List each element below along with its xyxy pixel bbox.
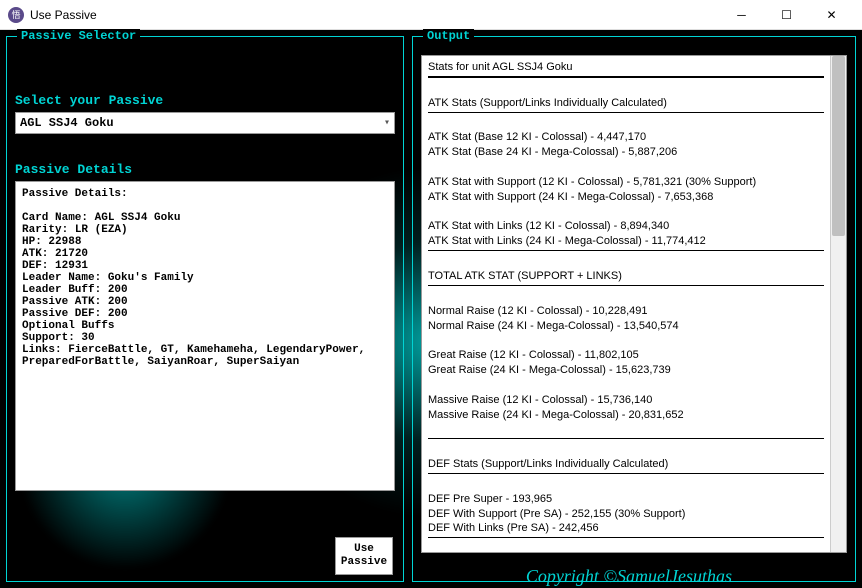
divider xyxy=(428,438,824,439)
passive-def-label: Passive DEF: xyxy=(22,308,101,320)
output-scrollbar[interactable] xyxy=(830,56,846,552)
def-value: 12931 xyxy=(55,260,88,272)
passive-def: 200 xyxy=(108,308,128,320)
details-label: Passive Details xyxy=(15,162,395,177)
passive-atk: 200 xyxy=(108,296,128,308)
window-controls: ─ ☐ ✕ xyxy=(719,1,854,29)
links-value: FierceBattle, GT, Kamehameha, LegendaryP… xyxy=(22,344,372,368)
def-with-support: DEF With Support (Pre SA) - 252,155 (30%… xyxy=(428,508,685,520)
atk-stats-header: ATK Stats (Support/Links Individually Ca… xyxy=(428,97,667,109)
def-pre-super: DEF Pre Super - 193,965 xyxy=(428,493,552,505)
great-raise-12: Great Raise (12 KI - Colossal) - 11,802,… xyxy=(428,349,639,361)
app-body: Passive Selector Select your Passive AGL… xyxy=(0,30,862,588)
atk-value: 21720 xyxy=(55,248,88,260)
minimize-button[interactable]: ─ xyxy=(719,1,764,29)
rarity: LR (EZA) xyxy=(75,224,128,236)
great-raise-24: Great Raise (24 KI - Mega-Colossal) - 15… xyxy=(428,364,671,376)
dropdown-value: AGL SSJ4 Goku xyxy=(20,116,114,130)
optional-buffs-label: Optional Buffs xyxy=(22,320,114,332)
rarity-label: Rarity: xyxy=(22,224,68,236)
atk-label: ATK: xyxy=(22,248,48,260)
output-content[interactable]: Stats for unit AGL SSJ4 Goku ATK Stats (… xyxy=(422,56,830,552)
maximize-button[interactable]: ☐ xyxy=(764,1,809,29)
divider xyxy=(428,76,824,78)
passive-details-box[interactable]: Passive Details: Card Name: AGL SSJ4 Gok… xyxy=(15,181,395,491)
def-with-links: DEF With Links (Pre SA) - 242,456 xyxy=(428,522,599,534)
links-label: Links: xyxy=(22,344,62,356)
passive-selector-panel: Passive Selector Select your Passive AGL… xyxy=(6,36,404,582)
atk-base-24: ATK Stat (Base 24 KI - Mega-Colossal) - … xyxy=(428,146,677,158)
divider xyxy=(428,285,824,286)
copyright: Copyright ©SamuelJesuthas xyxy=(526,566,732,587)
card-name: AGL SSJ4 Goku xyxy=(95,212,181,224)
close-button[interactable]: ✕ xyxy=(809,1,854,29)
details-header: Passive Details: xyxy=(22,188,128,200)
leader-name-label: Leader Name: xyxy=(22,272,101,284)
support-label: Support: xyxy=(22,332,75,344)
chevron-down-icon: ▾ xyxy=(384,117,390,129)
card-name-label: Card Name: xyxy=(22,212,88,224)
hp-value: 22988 xyxy=(48,236,81,248)
leader-name: Goku's Family xyxy=(108,272,194,284)
passive-atk-label: Passive ATK: xyxy=(22,296,101,308)
atk-support-12: ATK Stat with Support (12 KI - Colossal)… xyxy=(428,176,756,188)
total-atk-header: TOTAL ATK STAT (SUPPORT + LINKS) xyxy=(428,270,622,282)
divider xyxy=(428,473,824,474)
leader-buff: 200 xyxy=(108,284,128,296)
def-stats-header: DEF Stats (Support/Links Individually Ca… xyxy=(428,458,668,470)
massive-raise-12: Massive Raise (12 KI - Colossal) - 15,73… xyxy=(428,394,652,406)
leader-buff-label: Leader Buff: xyxy=(22,284,101,296)
scrollbar-thumb[interactable] xyxy=(832,56,845,236)
divider xyxy=(428,250,824,251)
atk-links-24: ATK Stat with Links (24 KI - Mega-Coloss… xyxy=(428,235,706,247)
atk-base-12: ATK Stat (Base 12 KI - Colossal) - 4,447… xyxy=(428,131,646,143)
divider xyxy=(428,112,824,113)
atk-support-24: ATK Stat with Support (24 KI - Mega-Colo… xyxy=(428,191,713,203)
normal-raise-24: Normal Raise (24 KI - Mega-Colossal) - 1… xyxy=(428,320,679,332)
selector-label: Select your Passive xyxy=(15,93,395,108)
support-value: 30 xyxy=(81,332,94,344)
normal-raise-12: Normal Raise (12 KI - Colossal) - 10,228… xyxy=(428,305,647,317)
passive-dropdown[interactable]: AGL SSJ4 Goku ▾ xyxy=(15,112,395,134)
massive-raise-24: Massive Raise (24 KI - Mega-Colossal) - … xyxy=(428,409,684,421)
stats-for-line: Stats for unit AGL SSJ4 Goku xyxy=(428,61,573,73)
use-passive-button[interactable]: Use Passive xyxy=(335,537,393,575)
output-box: Stats for unit AGL SSJ4 Goku ATK Stats (… xyxy=(421,55,847,553)
divider xyxy=(428,537,824,538)
hp-label: HP: xyxy=(22,236,42,248)
app-icon: 悟 xyxy=(8,7,24,23)
def-label: DEF: xyxy=(22,260,48,272)
titlebar: 悟 Use Passive ─ ☐ ✕ xyxy=(0,0,862,30)
output-panel: Output Stats for unit AGL SSJ4 Goku ATK … xyxy=(412,36,856,582)
output-legend: Output xyxy=(423,29,474,43)
selector-legend: Passive Selector xyxy=(17,29,140,43)
atk-links-12: ATK Stat with Links (12 KI - Colossal) -… xyxy=(428,220,669,232)
window-title: Use Passive xyxy=(30,8,719,22)
